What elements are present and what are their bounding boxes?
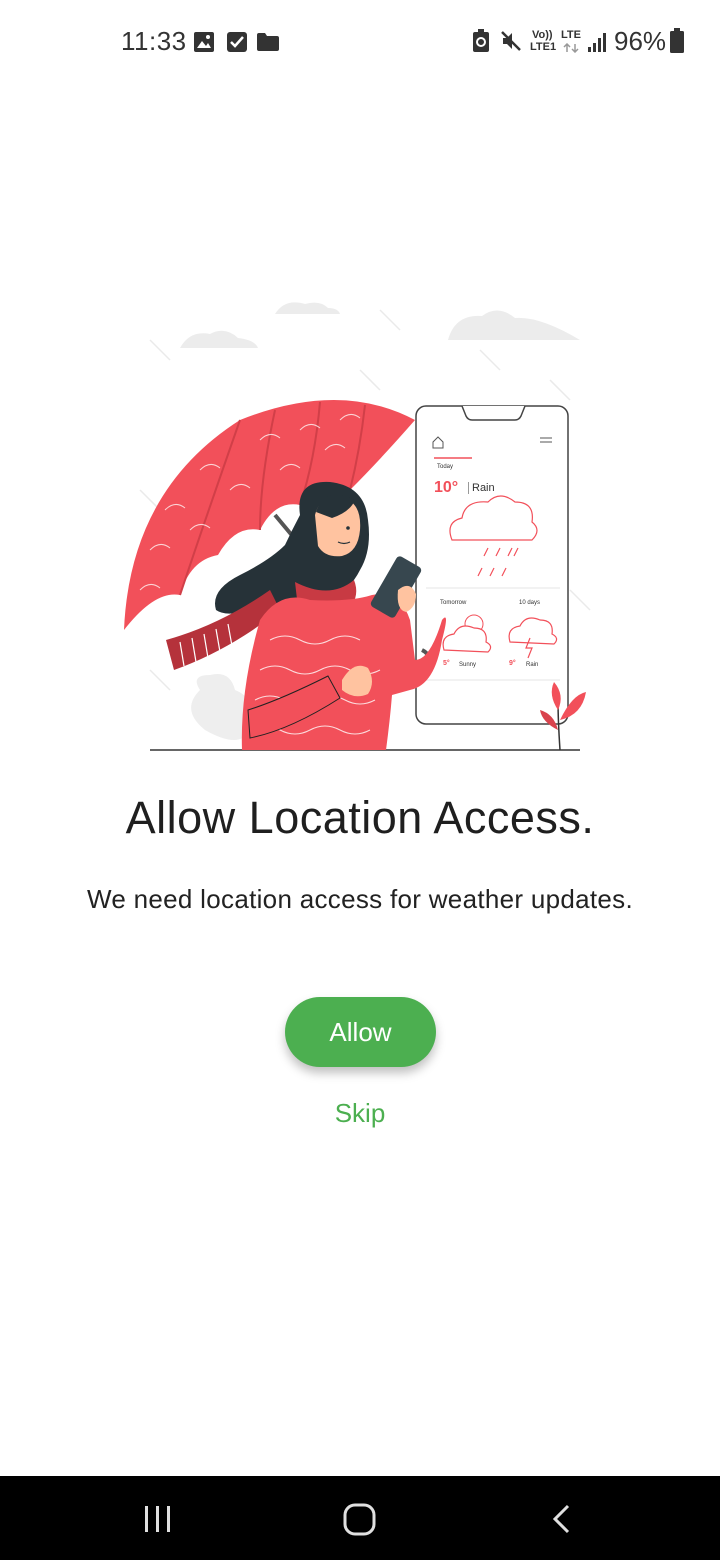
gallery-icon [194,32,214,52]
card-tomorrow-condition: Sunny [459,662,477,668]
folder-icon [257,33,279,51]
navigation-bar [0,1476,720,1560]
checkbox-icon [227,32,247,52]
battery-icon [670,28,684,53]
page-subtitle: We need location access for weather upda… [86,884,634,914]
battery-percentage: 96% [614,26,667,56]
woman-with-umbrella-illustration [124,302,591,751]
weather-illustration: Today 10° Rain Tomorrow 10 days 5° Sunny… [110,290,610,760]
allow-button[interactable]: Allow [285,997,436,1067]
card-days-condition: Rain [526,662,539,668]
recent-apps-button[interactable] [118,1476,198,1560]
card-days-temp: 9° [509,660,516,667]
card-today-label: Today [437,464,454,470]
back-icon [552,1504,570,1534]
home-button[interactable] [319,1476,399,1560]
signal-icon [588,33,606,52]
home-icon [343,1503,376,1536]
lte1-label: LTE1 [530,41,557,53]
data-arrows-icon [563,43,579,53]
volte-label: Vo)) [532,29,553,41]
card-divider [468,482,469,494]
status-bar: 11:33 Vo)) LTE1 LTE 96% [0,0,720,84]
recent-apps-icon [145,1506,170,1532]
card-days-label: 10 days [519,600,541,606]
status-time: 11:33 [121,26,187,56]
back-button[interactable] [520,1476,600,1560]
card-tomorrow-temp: 5° [443,660,450,667]
card-today-temp: 10° [434,479,459,496]
lte-label: LTE [561,29,581,41]
mute-icon [501,31,521,51]
skip-button[interactable]: Skip [0,1098,720,1129]
page-title: Allow Location Access. [125,792,595,843]
card-today-condition: Rain [472,482,495,494]
card-tomorrow-label: Tomorrow [440,600,467,606]
battery-saver-icon [473,29,489,52]
